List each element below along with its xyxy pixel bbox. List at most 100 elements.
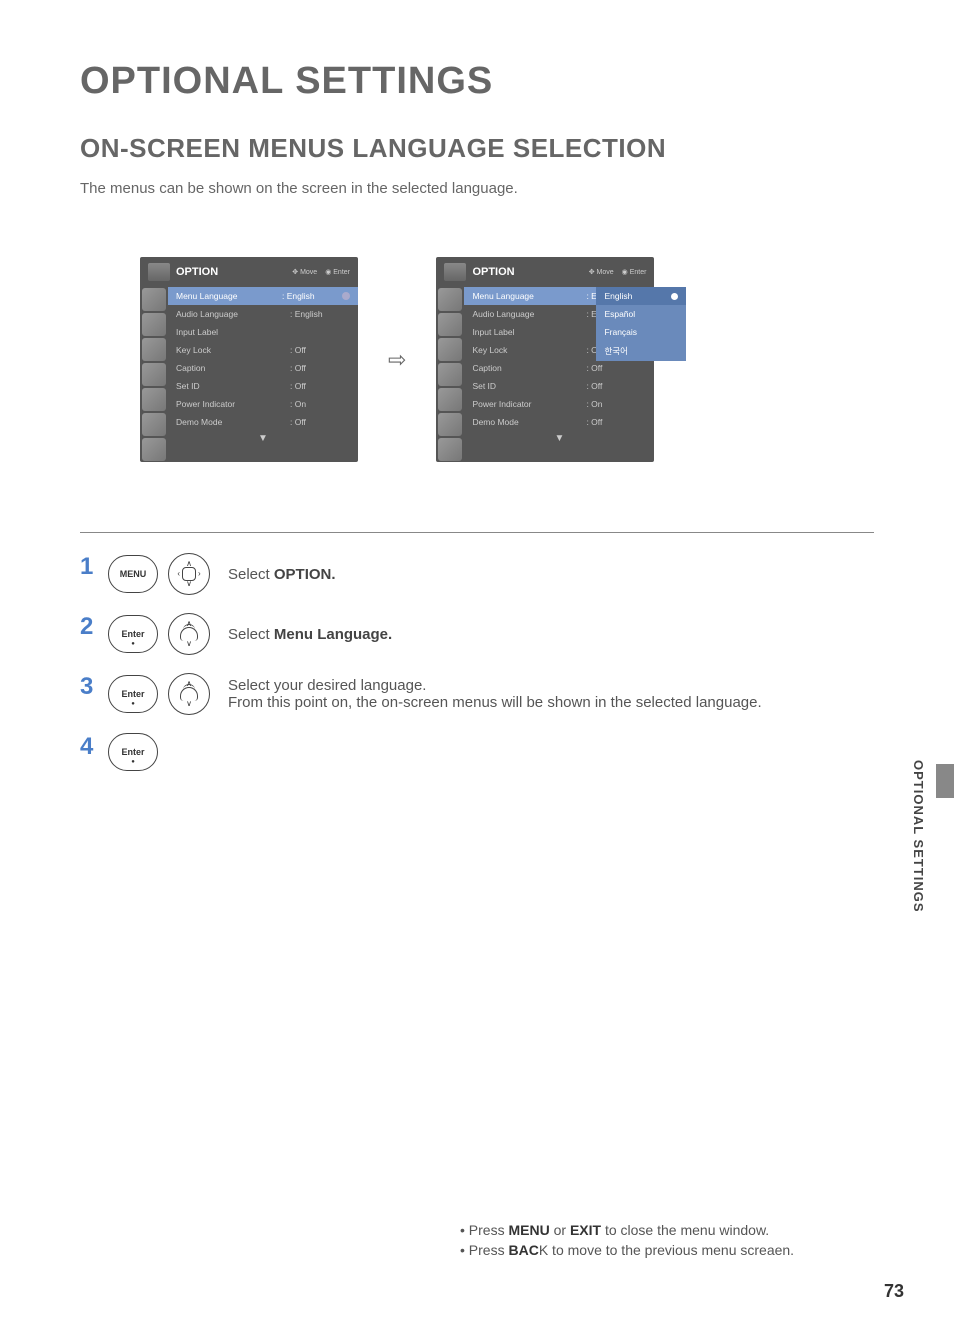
tab-icon xyxy=(142,288,166,311)
step-text: Select Menu Language. xyxy=(228,626,392,643)
page-title: OPTIONAL SETTINGS xyxy=(80,60,954,103)
tab-icon xyxy=(438,338,462,361)
step-text: Select your desired language. From this … xyxy=(228,677,762,711)
step-number: 1 xyxy=(80,553,98,581)
footer-notes: • Press MENU or EXIT to close the menu w… xyxy=(460,1222,794,1262)
osd-panel-before: OPTION ✥ Move ◉ Enter Menu Language : En… xyxy=(140,257,358,462)
dropdown-label: 한국어 xyxy=(604,345,627,357)
osd-value: : Off xyxy=(586,381,646,391)
arrow-right-icon: ⇨ xyxy=(388,347,406,373)
nav-dpad-icon: ∧ ∨ xyxy=(168,613,210,655)
step-2: 2 Enter ∧ ∨ Select Menu Language. xyxy=(80,613,954,655)
tab-icon xyxy=(438,313,462,336)
osd-label: Menu Language xyxy=(176,291,282,301)
osd-value: : English xyxy=(290,309,350,319)
dropdown-label: Español xyxy=(604,309,635,319)
osd-header: OPTION ✥ Move ◉ Enter xyxy=(436,257,654,287)
osd-label: Demo Mode xyxy=(472,417,586,427)
osd-row: Demo Mode: Off xyxy=(168,413,358,431)
osd-label: Set ID xyxy=(472,381,586,391)
osd-row: Power Indicator: On xyxy=(168,395,358,413)
menu-button: MENU xyxy=(108,555,158,593)
osd-label: Set ID xyxy=(176,381,290,391)
osd-value: : On xyxy=(586,399,646,409)
osd-row: Set ID: Off xyxy=(464,377,654,395)
osd-hints: ✥ Move ◉ Enter xyxy=(292,268,350,276)
osd-header: OPTION ✥ Move ◉ Enter xyxy=(140,257,358,287)
osd-title: OPTION xyxy=(472,266,582,278)
osd-row: Audio Language: English xyxy=(168,305,358,323)
osd-label: Key Lock xyxy=(176,345,290,355)
osd-label: Power Indicator xyxy=(176,399,290,409)
divider xyxy=(80,532,874,533)
osd-value: : Off xyxy=(586,363,646,373)
osd-label: Caption xyxy=(472,363,586,373)
step-number: 4 xyxy=(80,733,98,761)
osd-label: Audio Language xyxy=(472,309,586,319)
osd-side-tabs xyxy=(140,287,168,462)
osd-row: Key Lock: Off xyxy=(168,341,358,359)
section-title: ON-SCREEN MENUS LANGUAGE SELECTION xyxy=(80,133,954,164)
tab-icon xyxy=(142,388,166,411)
osd-down-arrow-icon: ▼ xyxy=(464,431,654,446)
tab-icon xyxy=(142,313,166,336)
step-text: Select OPTION. xyxy=(228,566,336,583)
osd-hints: ✥ Move ◉ Enter xyxy=(589,268,647,276)
osd-label: Audio Language xyxy=(176,309,290,319)
osd-value: : Off xyxy=(290,417,350,427)
osd-value: : English xyxy=(282,291,342,301)
step-1: 1 MENU ∧ ‹› ∨ Select OPTION. xyxy=(80,553,954,595)
dropdown-label: Français xyxy=(604,327,637,337)
osd-label: Input Label xyxy=(176,327,290,337)
tab-icon xyxy=(142,338,166,361)
intro-text: The menus can be shown on the screen in … xyxy=(80,180,954,197)
dropdown-item: Español xyxy=(596,305,686,323)
hint-enter: ◉ Enter xyxy=(325,268,350,276)
osd-row: Input Label xyxy=(168,323,358,341)
side-tab-decoration xyxy=(936,764,954,798)
tab-icon xyxy=(142,438,166,461)
osd-row: Power Indicator: On xyxy=(464,395,654,413)
side-tab-label: OPTIONAL SETTINGS xyxy=(911,760,926,913)
tab-icon xyxy=(142,363,166,386)
enter-button: Enter xyxy=(108,675,158,713)
step-3: 3 Enter ∧ ∨ Select your desired language… xyxy=(80,673,954,715)
osd-body: Menu Language : English Audio Language: … xyxy=(140,287,358,462)
gear-icon xyxy=(148,263,170,281)
step-4: 4 Enter xyxy=(80,733,954,771)
hint-enter: ◉ Enter xyxy=(622,268,647,276)
osd-side-tabs xyxy=(436,287,464,462)
osd-down-arrow-icon: ▼ xyxy=(168,431,358,446)
osd-row: Set ID: Off xyxy=(168,377,358,395)
step-number: 3 xyxy=(80,673,98,701)
gear-icon xyxy=(444,263,466,281)
tab-icon xyxy=(438,363,462,386)
dot-icon xyxy=(342,292,350,300)
language-dropdown: English Español Français 한국어 xyxy=(596,287,686,361)
osd-list: Menu Language : English Audio Language: … xyxy=(168,287,358,462)
osd-row: Menu Language : English xyxy=(168,287,358,305)
osd-row: Demo Mode: Off xyxy=(464,413,654,431)
osd-value: : Off xyxy=(290,363,350,373)
nav-dpad-icon: ∧ ∨ xyxy=(168,673,210,715)
osd-value: : Off xyxy=(586,417,646,427)
dropdown-item: 한국어 xyxy=(596,341,686,361)
steps: 1 MENU ∧ ‹› ∨ Select OPTION. 2 Enter ∧ ∨… xyxy=(80,553,954,771)
hint-move: ✥ Move xyxy=(589,268,614,276)
osd-label: Menu Language xyxy=(472,291,586,301)
tab-icon xyxy=(438,388,462,411)
osd-value: : On xyxy=(290,399,350,409)
osd-label: Input Label xyxy=(472,327,586,337)
tab-icon xyxy=(438,438,462,461)
osd-label: Key Lock xyxy=(472,345,586,355)
dropdown-item: English xyxy=(596,287,686,305)
note-line: • Press BACK to move to the previous men… xyxy=(460,1242,794,1258)
osd-panels-row: OPTION ✥ Move ◉ Enter Menu Language : En… xyxy=(140,257,954,462)
osd-row: Caption: Off xyxy=(168,359,358,377)
dot-icon xyxy=(671,293,678,300)
osd-panel-after-wrapper: OPTION ✥ Move ◉ Enter xyxy=(436,257,654,462)
nav-dpad-icon: ∧ ‹› ∨ xyxy=(168,553,210,595)
dropdown-item: Français xyxy=(596,323,686,341)
osd-label: Power Indicator xyxy=(472,399,586,409)
dropdown-label: English xyxy=(604,291,632,301)
